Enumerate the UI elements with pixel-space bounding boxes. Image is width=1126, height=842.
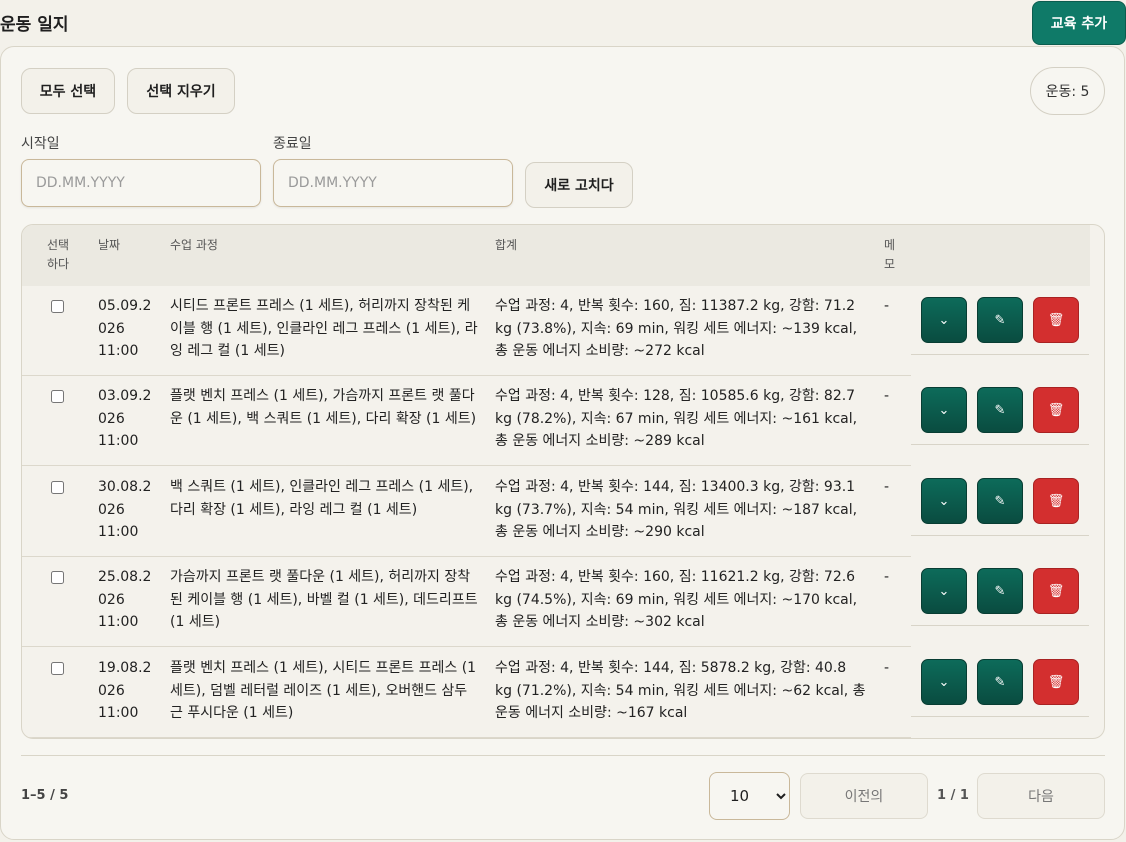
row-memo: - bbox=[884, 479, 890, 495]
next-page-button[interactable]: 다음 bbox=[977, 773, 1105, 819]
clear-selection-button[interactable]: 선택 지우기 bbox=[127, 68, 235, 114]
row-select-checkbox[interactable] bbox=[51, 390, 64, 403]
prev-page-button[interactable]: 이전의 bbox=[800, 773, 928, 819]
table-row: 30.08.2 026 11:00 백 스쿼트 (1 세트), 인클라인 레그 프레… bbox=[22, 467, 1090, 557]
row-total: 수업 과정: 4, 반복 횟수: 144, 짐: 5878.2 kg, 강함: … bbox=[495, 660, 866, 721]
trash-icon: 🗑 bbox=[1047, 402, 1065, 418]
row-date: 25.08.2 026 11:00 bbox=[98, 569, 152, 630]
results-range: 1–5 / 5 bbox=[21, 788, 69, 803]
delete-button[interactable]: 🗑 bbox=[1033, 478, 1079, 524]
page-title: 운동 일지 bbox=[0, 15, 69, 35]
row-divider bbox=[22, 646, 911, 647]
row-select-checkbox[interactable] bbox=[51, 571, 64, 584]
row-select-checkbox[interactable] bbox=[51, 300, 64, 313]
table-header: 선택 하다 날짜 수업 과정 합계 메 모 bbox=[22, 225, 1090, 286]
start-date-input[interactable] bbox=[21, 159, 261, 207]
row-course: 시티드 프론트 프레스 (1 세트), 허리까지 장착된 케이블 행 (1 세트… bbox=[170, 298, 478, 359]
trash-icon: 🗑 bbox=[1047, 312, 1065, 328]
row-total: 수업 과정: 4, 반복 횟수: 128, 짐: 10585.6 kg, 강함:… bbox=[495, 388, 858, 449]
row-date: 05.09.2 026 11:00 bbox=[98, 298, 152, 359]
row-memo: - bbox=[884, 298, 890, 314]
edit-button[interactable]: ✎ bbox=[977, 297, 1023, 343]
expand-button[interactable]: ⌄ bbox=[921, 387, 967, 433]
table-row: 03.09.2 026 11:00 플랫 벤치 프레스 (1 세트), 가슴까지 프… bbox=[22, 376, 1090, 466]
header-total: 합계 bbox=[495, 238, 518, 252]
chevron-down-icon: ⌄ bbox=[938, 312, 950, 328]
chevron-down-icon: ⌄ bbox=[938, 402, 950, 418]
chevron-down-icon: ⌄ bbox=[938, 493, 950, 509]
edit-button[interactable]: ✎ bbox=[977, 659, 1023, 705]
workout-table: 선택 하다 날짜 수업 과정 합계 메 모 05.09.2 026 11:00 시티… bbox=[21, 224, 1105, 739]
pencil-icon: ✎ bbox=[994, 402, 1006, 418]
delete-button[interactable]: 🗑 bbox=[1033, 387, 1079, 433]
trash-icon: 🗑 bbox=[1047, 583, 1065, 599]
edit-button[interactable]: ✎ bbox=[977, 387, 1023, 433]
chevron-down-icon: ⌄ bbox=[938, 674, 950, 690]
table-row: 19.08.2 026 11:00 플랫 벤치 프레스 (1 세트), 시티드 프론… bbox=[22, 648, 1090, 738]
row-course: 백 스쿼트 (1 세트), 인클라인 레그 프레스 (1 세트), 다리 확장 … bbox=[170, 479, 474, 518]
row-select-checkbox[interactable] bbox=[51, 481, 64, 494]
delete-button[interactable]: 🗑 bbox=[1033, 297, 1079, 343]
row-course: 플랫 벤치 프레스 (1 세트), 시티드 프론트 프레스 (1 세트), 덤벨… bbox=[170, 660, 477, 721]
row-divider bbox=[911, 354, 1089, 355]
pencil-icon: ✎ bbox=[994, 583, 1006, 599]
footer-divider bbox=[21, 755, 1105, 756]
expand-button[interactable]: ⌄ bbox=[921, 568, 967, 614]
row-course: 플랫 벤치 프레스 (1 세트), 가슴까지 프론트 랫 풀다운 (1 세트),… bbox=[170, 388, 477, 427]
end-date-input[interactable] bbox=[273, 159, 513, 207]
row-memo: - bbox=[884, 569, 890, 585]
row-date: 30.08.2 026 11:00 bbox=[98, 479, 152, 540]
end-date-label: 종료일 bbox=[273, 136, 312, 152]
row-memo: - bbox=[884, 660, 890, 676]
edit-button[interactable]: ✎ bbox=[977, 478, 1023, 524]
table-row: 05.09.2 026 11:00 시티드 프론트 프레스 (1 세트), 허리까지… bbox=[22, 286, 1090, 376]
delete-button[interactable]: 🗑 bbox=[1033, 659, 1079, 705]
top-bar: 운동 일지 교육 추가 bbox=[0, 0, 1126, 46]
row-select-checkbox[interactable] bbox=[51, 662, 64, 675]
pencil-icon: ✎ bbox=[994, 674, 1006, 690]
refresh-button[interactable]: 새로 고치다 bbox=[525, 162, 633, 208]
page-size-select[interactable]: 10 bbox=[709, 772, 790, 820]
delete-button[interactable]: 🗑 bbox=[1033, 568, 1079, 614]
select-all-button[interactable]: 모두 선택 bbox=[21, 68, 115, 114]
start-date-label: 시작일 bbox=[21, 136, 60, 152]
add-training-button[interactable]: 교육 추가 bbox=[1032, 1, 1126, 45]
table-row: 25.08.2 026 11:00 가슴까지 프론트 랫 풀다운 (1 세트), 허… bbox=[22, 557, 1090, 647]
trash-icon: 🗑 bbox=[1047, 493, 1065, 509]
row-total: 수업 과정: 4, 반복 횟수: 144, 짐: 13400.3 kg, 강함:… bbox=[495, 479, 858, 540]
page-info: 1 / 1 bbox=[937, 788, 969, 803]
row-total: 수업 과정: 4, 반복 횟수: 160, 짐: 11621.2 kg, 강함:… bbox=[495, 569, 858, 630]
expand-button[interactable]: ⌄ bbox=[921, 297, 967, 343]
header-course: 수업 과정 bbox=[170, 238, 218, 252]
row-divider bbox=[22, 465, 911, 466]
pencil-icon: ✎ bbox=[994, 312, 1006, 328]
header-memo: 메 모 bbox=[884, 238, 896, 271]
row-course: 가슴까지 프론트 랫 풀다운 (1 세트), 허리까지 장착된 케이블 행 (1… bbox=[170, 569, 478, 630]
row-date: 19.08.2 026 11:00 bbox=[98, 660, 152, 721]
row-divider bbox=[911, 535, 1089, 536]
edit-button[interactable]: ✎ bbox=[977, 568, 1023, 614]
expand-button[interactable]: ⌄ bbox=[921, 659, 967, 705]
row-memo: - bbox=[884, 388, 890, 404]
row-divider bbox=[22, 737, 911, 738]
trash-icon: 🗑 bbox=[1047, 674, 1065, 690]
row-divider bbox=[911, 625, 1089, 626]
pencil-icon: ✎ bbox=[994, 493, 1006, 509]
header-date: 날짜 bbox=[98, 238, 121, 252]
row-date: 03.09.2 026 11:00 bbox=[98, 388, 152, 449]
header-select: 선택 하다 bbox=[47, 238, 70, 271]
expand-button[interactable]: ⌄ bbox=[921, 478, 967, 524]
row-divider bbox=[911, 716, 1089, 717]
row-total: 수업 과정: 4, 반복 횟수: 160, 짐: 11387.2 kg, 강함:… bbox=[495, 298, 858, 359]
row-divider bbox=[911, 444, 1089, 445]
workout-count-badge: 운동: 5 bbox=[1030, 67, 1105, 115]
chevron-down-icon: ⌄ bbox=[938, 583, 950, 599]
